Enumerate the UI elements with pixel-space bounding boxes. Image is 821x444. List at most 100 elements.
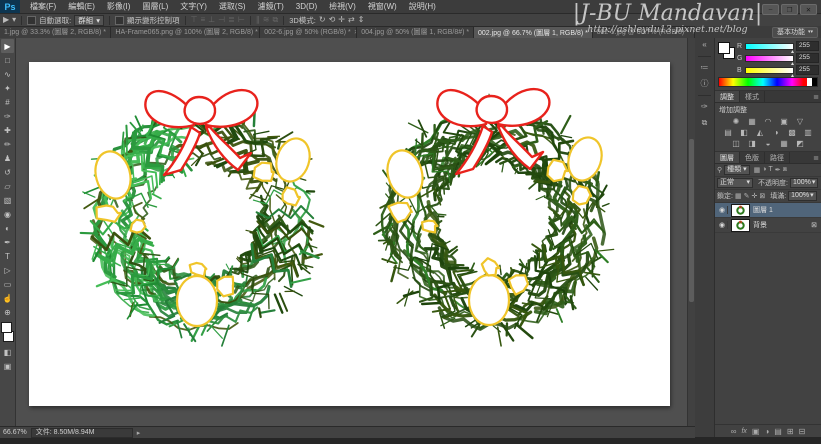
3d-rotate-icon[interactable]: ↻: [319, 15, 326, 25]
menu-item-0[interactable]: 檔案(F): [24, 0, 62, 13]
layer-group-icon[interactable]: ▤: [774, 427, 782, 436]
selective-color-icon[interactable]: ▦: [778, 139, 790, 148]
document-tab-2[interactable]: 002-6.jpg @ 50% (RGB/8) *✕: [260, 26, 357, 38]
collapse-panels-icon[interactable]: «: [702, 40, 706, 50]
color-swatches[interactable]: [718, 42, 734, 58]
minimize-button[interactable]: –: [762, 4, 779, 15]
color-lookup-icon[interactable]: ▥: [802, 128, 814, 137]
brush-presets-icon[interactable]: ✑: [701, 102, 708, 112]
brightness-contrast-icon[interactable]: ✺: [730, 117, 742, 126]
adjustment-layer-icon[interactable]: ◑: [764, 427, 769, 436]
filter-adjustment-layers-icon[interactable]: ◑: [762, 166, 766, 174]
restore-button[interactable]: ❐: [781, 4, 798, 15]
scrollbar-thumb[interactable]: [689, 139, 694, 302]
channel-value-field[interactable]: 255: [796, 41, 819, 51]
workspace-switcher-button[interactable]: 基本功能 ▾▾: [772, 27, 818, 38]
black-white-icon[interactable]: ◭: [754, 128, 766, 137]
brush-tool[interactable]: ✏: [1, 137, 14, 151]
menu-item-4[interactable]: 文字(Y): [174, 0, 213, 13]
clone-stamp-tool[interactable]: ♟: [1, 151, 14, 165]
visibility-eye-icon[interactable]: ◉: [717, 221, 728, 229]
info-icon[interactable]: ⓘ: [701, 79, 709, 89]
gradient-map-icon[interactable]: ◩: [794, 139, 806, 148]
align-top-edges-icon[interactable]: ⊤: [191, 15, 198, 25]
channel-mixer-icon[interactable]: ▩: [786, 128, 798, 137]
distribute-vertical-icon[interactable]: ≋: [263, 15, 270, 25]
history-brush-tool[interactable]: ↺: [1, 165, 14, 179]
document-tab-3[interactable]: 004.jpg @ 50% (圖層 1, RGB/8#) *✕: [357, 26, 474, 38]
path-selection-tool[interactable]: ▷: [1, 263, 14, 277]
pen-tool[interactable]: ✒: [1, 235, 14, 249]
spectrum-gradient[interactable]: [719, 78, 807, 86]
search-icon[interactable]: ⚲: [717, 166, 722, 174]
exposure-icon[interactable]: ▣: [778, 117, 790, 126]
photo-filter-icon[interactable]: ◑: [770, 128, 782, 137]
status-menu-arrow-icon[interactable]: ▸: [137, 429, 141, 437]
dodge-tool[interactable]: ◐: [1, 221, 14, 235]
align-vertical-centers-icon[interactable]: ≡: [201, 15, 206, 25]
filter-smart-objects-icon[interactable]: ⧈: [783, 166, 787, 174]
quick-selection-tool[interactable]: ✦: [1, 81, 14, 95]
auto-select-dropdown[interactable]: 群組 ▾: [74, 15, 104, 26]
move-tool[interactable]: ▶: [1, 39, 14, 53]
lock-pixels-icon[interactable]: ✎: [744, 192, 750, 200]
auto-align-layers-icon[interactable]: ⧉: [272, 15, 278, 25]
3d-scale-icon[interactable]: ⇕: [358, 15, 365, 25]
tool-color-swatches[interactable]: [1, 322, 14, 342]
hue-saturation-icon[interactable]: ▤: [722, 128, 734, 137]
foreground-color-swatch[interactable]: [1, 322, 12, 333]
menu-item-6[interactable]: 濾鏡(T): [252, 0, 290, 13]
foreground-color-swatch[interactable]: [718, 42, 730, 54]
spot-healing-brush-tool[interactable]: ✚: [1, 123, 14, 137]
fill-value[interactable]: 100% ▾: [788, 191, 816, 201]
layer-thumbnail[interactable]: [731, 204, 750, 217]
zoom-level[interactable]: 66.67%: [3, 429, 27, 436]
menu-item-5[interactable]: 選取(S): [213, 0, 252, 13]
menu-item-10[interactable]: 說明(H): [403, 0, 442, 13]
panel-menu-icon[interactable]: ≣: [813, 152, 821, 163]
opacity-value[interactable]: 100% ▾: [790, 178, 818, 188]
rectangular-marquee-tool[interactable]: □: [1, 53, 14, 67]
document-tab-4[interactable]: 002.jpg @ 66.7% (圖層 1, RGB/8) *✕: [474, 26, 593, 38]
hand-tool[interactable]: ☝: [1, 291, 14, 305]
eyedropper-tool[interactable]: ✑: [1, 109, 14, 123]
type-tool[interactable]: T: [1, 249, 14, 263]
tool-preset-dropdown-icon[interactable]: ▾: [12, 15, 16, 25]
new-layer-icon[interactable]: ⊞: [787, 427, 794, 436]
menu-item-3[interactable]: 圖層(L): [136, 0, 174, 13]
tab-styles[interactable]: 樣式: [740, 91, 765, 102]
spectrum-black-swatch[interactable]: [812, 78, 817, 86]
document-tab-5[interactable]: 002-1.jpg @ 66.7% (RGB/8) *✕: [593, 26, 695, 38]
blend-mode-dropdown[interactable]: 正常 ▾: [717, 178, 753, 188]
posterize-icon[interactable]: ◨: [746, 139, 758, 148]
quick-mask-button[interactable]: ◧: [1, 345, 14, 359]
layer-row-1[interactable]: ◉背景⊠: [715, 218, 821, 233]
channel-slider[interactable]: ▲: [745, 43, 794, 50]
channel-value-field[interactable]: 255: [796, 53, 819, 63]
delete-layer-icon[interactable]: ⊟: [799, 427, 806, 436]
menu-item-2[interactable]: 影像(I): [101, 0, 137, 13]
menu-item-8[interactable]: 檢視(V): [323, 0, 362, 13]
crop-tool[interactable]: #: [1, 95, 14, 109]
blur-tool[interactable]: ◉: [1, 207, 14, 221]
visibility-eye-icon[interactable]: ◉: [717, 206, 728, 214]
3d-pan-icon[interactable]: ✛: [338, 15, 345, 25]
tool-preset-icon[interactable]: ▶: [3, 15, 9, 25]
gradient-tool[interactable]: ▧: [1, 193, 14, 207]
panel-menu-icon[interactable]: ≣: [813, 91, 821, 102]
vibrance-icon[interactable]: ▽: [794, 117, 806, 126]
color-balance-icon[interactable]: ◧: [738, 128, 750, 137]
lasso-tool[interactable]: ∿: [1, 67, 14, 81]
show-transform-checkbox[interactable]: [115, 16, 124, 25]
tab-paths[interactable]: 路徑: [765, 152, 790, 163]
channel-slider[interactable]: ▲: [745, 55, 794, 62]
filter-type-layers-icon[interactable]: T: [769, 166, 773, 174]
eraser-tool[interactable]: ▱: [1, 179, 14, 193]
zoom-tool[interactable]: ⊕: [1, 305, 14, 319]
layer-row-0[interactable]: ◉圖層 1: [715, 203, 821, 218]
channel-slider[interactable]: ▲: [745, 67, 794, 74]
color-spectrum-bar[interactable]: [718, 77, 818, 87]
distribute-horizontal-icon[interactable]: ∥: [256, 15, 260, 25]
align-right-edges-icon[interactable]: ⊢: [238, 15, 245, 25]
align-left-edges-icon[interactable]: ⊣: [218, 15, 225, 25]
